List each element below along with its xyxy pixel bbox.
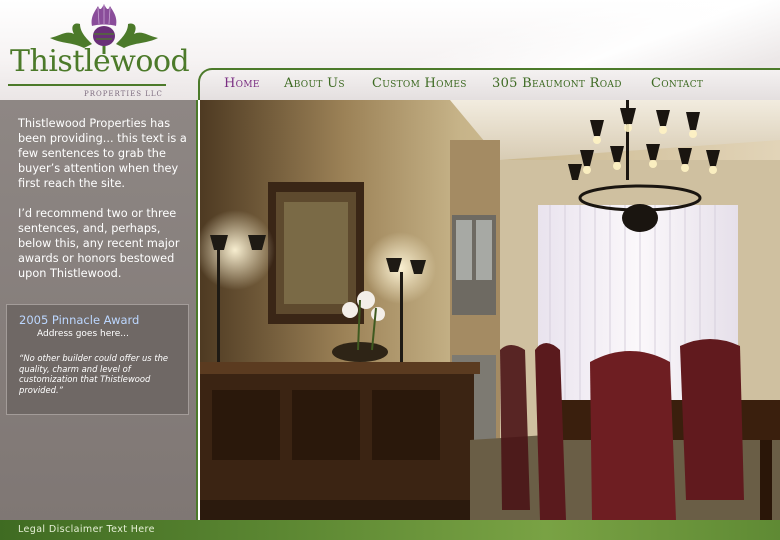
award-title: 2005 Pinnacle Award bbox=[19, 313, 140, 327]
award-address: Address goes here... bbox=[37, 329, 129, 339]
logo-wordmark: Thistlewood bbox=[10, 44, 190, 79]
intro-text: Thistlewood Properties has been providin… bbox=[18, 116, 190, 296]
main-navigation: Home About Us Custom Homes 305 Beaumont … bbox=[198, 68, 780, 100]
dining-room-photo-icon bbox=[200, 100, 780, 520]
sidebar-divider bbox=[196, 100, 198, 520]
logo[interactable]: Thistlewood PROPERTIES LLC bbox=[8, 4, 190, 98]
legal-disclaimer-link[interactable]: Legal Disclaimer Text Here bbox=[18, 524, 155, 535]
award-box: 2005 Pinnacle Award Address goes here...… bbox=[6, 304, 189, 415]
nav-home[interactable]: Home bbox=[224, 76, 260, 91]
testimonial-quote: “No other builder could offer us the qua… bbox=[19, 353, 169, 395]
hero-photo bbox=[200, 100, 780, 520]
intro-paragraph: Thistlewood Properties has been providin… bbox=[18, 117, 187, 190]
nav-custom-homes[interactable]: Custom Homes bbox=[372, 76, 467, 91]
intro-paragraph: I’d recommend two or three sentences, an… bbox=[18, 207, 180, 280]
site-footer: Legal Disclaimer Text Here bbox=[0, 520, 780, 540]
logo-underline bbox=[8, 84, 166, 86]
sidebar: Thistlewood Properties has been providin… bbox=[0, 100, 198, 520]
nav-contact[interactable]: Contact bbox=[651, 76, 703, 91]
logo-subtitle: PROPERTIES LLC bbox=[84, 90, 163, 98]
nav-about-us[interactable]: About Us bbox=[284, 76, 345, 91]
site-header: Thistlewood PROPERTIES LLC Home About Us… bbox=[0, 0, 780, 100]
nav-305-beaumont-road[interactable]: 305 Beaumont Road bbox=[492, 76, 622, 91]
